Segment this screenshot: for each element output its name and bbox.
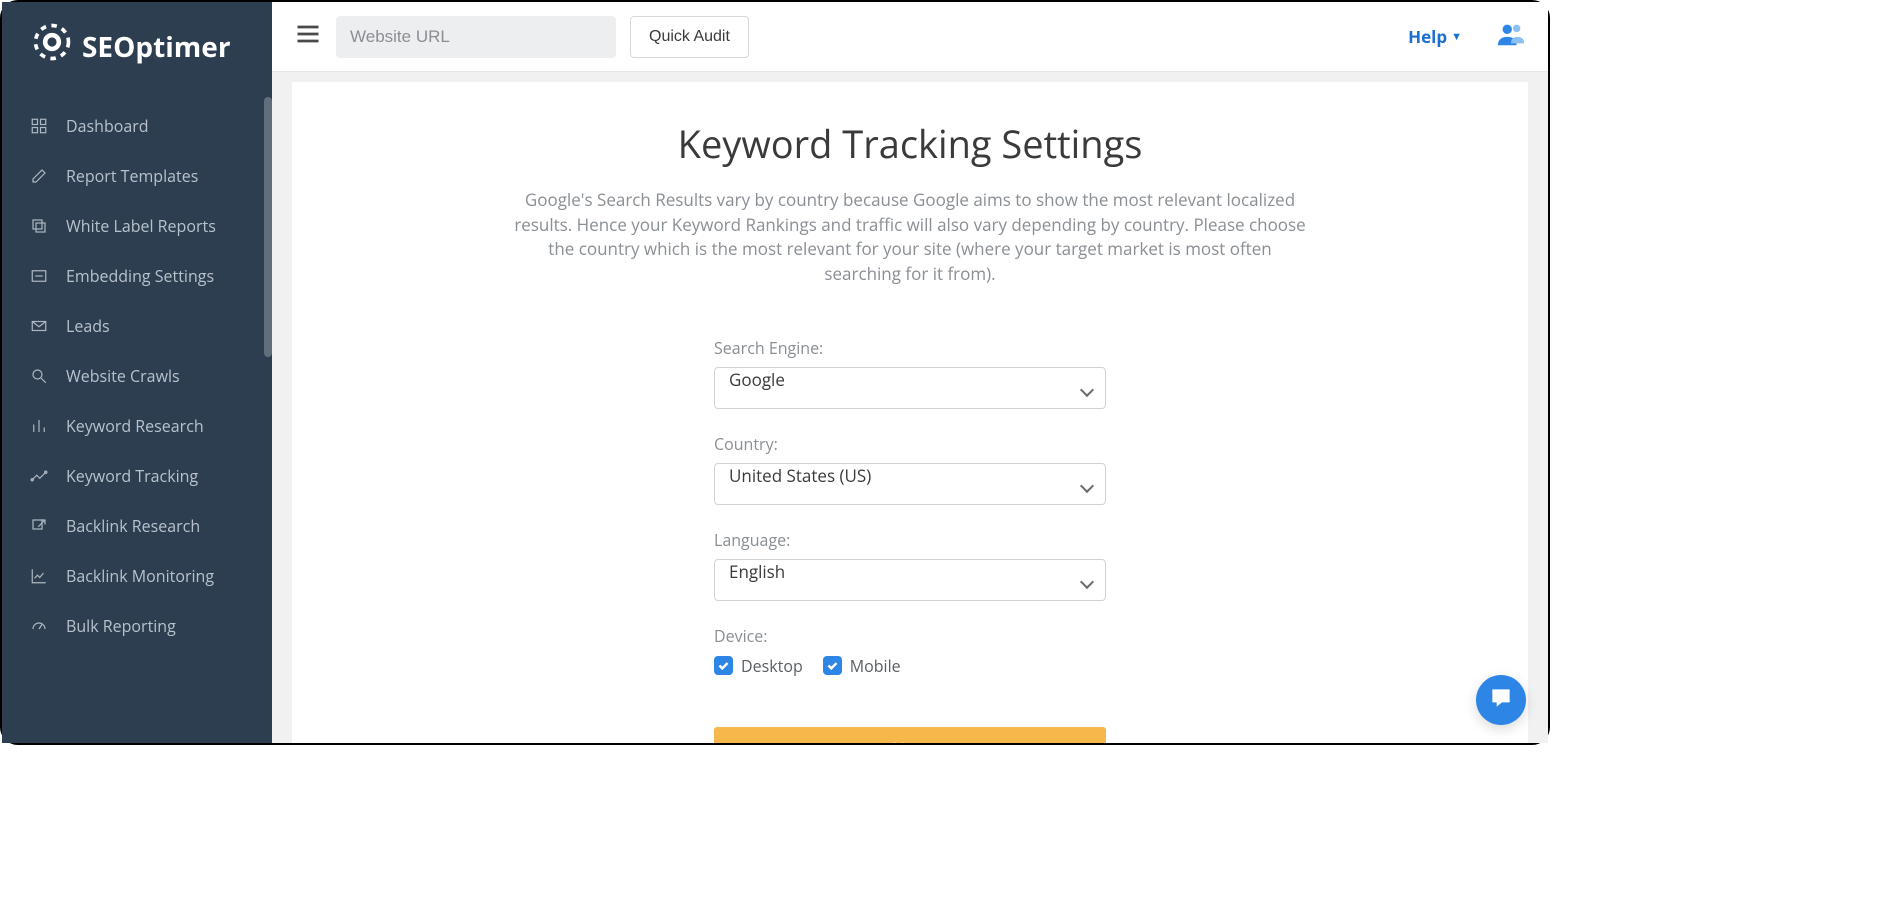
sidebar-item-backlink-monitoring[interactable]: Backlink Monitoring	[2, 551, 272, 601]
copy-icon	[30, 217, 48, 235]
desktop-checkbox[interactable]	[714, 656, 733, 675]
help-dropdown[interactable]: Help ▼	[1408, 25, 1462, 48]
quick-audit-button[interactable]: Quick Audit	[630, 16, 749, 58]
sidebar-item-label: White Label Reports	[66, 215, 216, 237]
help-label: Help	[1408, 25, 1447, 48]
mail-icon	[30, 317, 48, 335]
next-button[interactable]: Next	[714, 727, 1106, 743]
sidebar-item-leads[interactable]: Leads	[2, 301, 272, 351]
bar-chart-icon	[30, 417, 48, 435]
sidebar-item-label: Keyword Tracking	[66, 465, 198, 487]
menu-toggle-icon[interactable]	[294, 20, 322, 53]
desktop-checkbox-label: Desktop	[741, 655, 803, 677]
external-link-icon	[30, 517, 48, 535]
sidebar-item-label: Website Crawls	[66, 365, 180, 387]
search-engine-label: Search Engine:	[714, 337, 1106, 359]
caret-down-icon: ▼	[1451, 29, 1462, 44]
device-label: Device:	[714, 625, 1106, 647]
gear-icon	[30, 20, 74, 73]
users-icon[interactable]	[1496, 21, 1526, 52]
sidebar-nav: Dashboard Report Templates White Label R…	[2, 97, 272, 655]
sidebar-item-label: Backlink Monitoring	[66, 565, 214, 587]
scrollbar[interactable]	[264, 97, 272, 357]
sidebar-item-label: Leads	[66, 315, 110, 337]
language-select[interactable]: English	[714, 559, 1106, 601]
page-description: Google's Search Results vary by country …	[510, 188, 1310, 287]
sidebar-item-label: Report Templates	[66, 165, 198, 187]
website-url-input[interactable]	[336, 16, 616, 58]
page-title: Keyword Tracking Settings	[332, 118, 1488, 170]
line-chart-icon	[30, 567, 48, 585]
brand-name: SEOptimer	[82, 28, 231, 66]
mobile-checkbox-label: Mobile	[850, 655, 901, 677]
embed-icon	[30, 267, 48, 285]
sidebar-item-label: Bulk Reporting	[66, 615, 176, 637]
country-select[interactable]: United States (US)	[714, 463, 1106, 505]
topbar: Quick Audit Help ▼	[272, 2, 1548, 72]
sidebar-item-keyword-research[interactable]: Keyword Research	[2, 401, 272, 451]
sidebar: SEOptimer Dashboard Report Templates Whi…	[2, 2, 272, 743]
sidebar-item-label: Embedding Settings	[66, 265, 214, 287]
sidebar-item-backlink-research[interactable]: Backlink Research	[2, 501, 272, 551]
sidebar-item-white-label-reports[interactable]: White Label Reports	[2, 201, 272, 251]
edit-icon	[30, 167, 48, 185]
country-label: Country:	[714, 433, 1106, 455]
sidebar-item-label: Dashboard	[66, 115, 149, 137]
sidebar-item-keyword-tracking[interactable]: Keyword Tracking	[2, 451, 272, 501]
dashboard-icon	[30, 117, 48, 135]
chat-icon	[1488, 685, 1514, 716]
gauge-icon	[30, 617, 48, 635]
sidebar-item-bulk-reporting[interactable]: Bulk Reporting	[2, 601, 272, 651]
sidebar-item-label: Keyword Research	[66, 415, 204, 437]
mobile-checkbox[interactable]	[823, 656, 842, 675]
sidebar-item-report-templates[interactable]: Report Templates	[2, 151, 272, 201]
search-icon	[30, 367, 48, 385]
sidebar-item-website-crawls[interactable]: Website Crawls	[2, 351, 272, 401]
trend-icon	[30, 467, 48, 485]
sidebar-item-embedding-settings[interactable]: Embedding Settings	[2, 251, 272, 301]
sidebar-item-dashboard[interactable]: Dashboard	[2, 101, 272, 151]
settings-form: Search Engine: Google Country: United St…	[714, 337, 1106, 743]
settings-card: Keyword Tracking Settings Google's Searc…	[292, 82, 1528, 743]
search-engine-select[interactable]: Google	[714, 367, 1106, 409]
language-label: Language:	[714, 529, 1106, 551]
chat-widget-button[interactable]	[1476, 675, 1526, 725]
brand-logo[interactable]: SEOptimer	[2, 2, 272, 97]
sidebar-item-label: Backlink Research	[66, 515, 200, 537]
